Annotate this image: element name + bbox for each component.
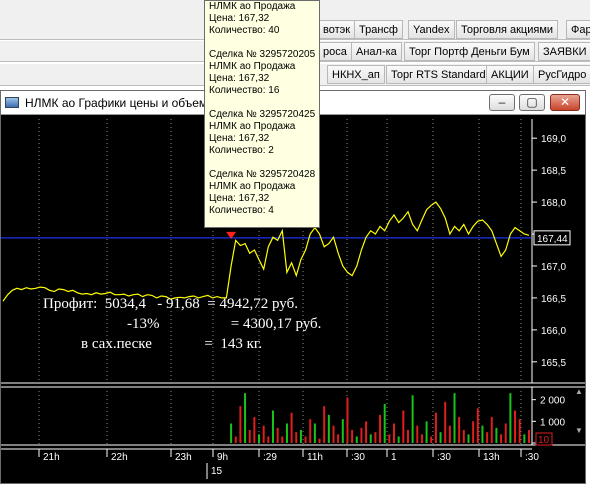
tooltip-line: НЛМК ао Продажа	[209, 181, 296, 192]
time-tick-label: 22h	[111, 452, 128, 463]
price-tick-label: 166,5	[541, 294, 566, 305]
tooltip-line: Цена: 167,32	[209, 13, 270, 24]
tooltip-line: Сделка № 3295720428	[209, 169, 316, 180]
volume-tick-label: 2 000	[540, 396, 565, 407]
tooltip-line: Сделка № 3295720205	[209, 49, 316, 60]
time-tick-label: 21h	[43, 452, 60, 463]
tab-item[interactable]: Трансф	[354, 20, 403, 39]
price-tick-label: 167,0	[541, 262, 566, 273]
maximize-button[interactable]: ▢	[519, 94, 545, 111]
tab-item[interactable]: вотэк	[318, 20, 356, 39]
time-tick-label: :29	[263, 452, 277, 463]
time-tick-label: 1	[391, 452, 397, 463]
trade-tooltip: НЛМК ао Продажа Цена: 167,32 Количество:…	[204, 0, 320, 228]
price-tick-label: 168,0	[541, 198, 566, 209]
close-button[interactable]: ✕	[550, 94, 580, 111]
profit-text-line-1: Профит: 5034,4 - 91,68 = 4942,72 руб.	[43, 296, 298, 312]
time-tick-label: 9h	[217, 452, 228, 463]
tooltip-trade-4: Сделка № 3295720428 НЛМК ао Продажа Цена…	[209, 169, 319, 217]
tooltip-line: НЛМК ао Продажа	[209, 61, 296, 72]
tab-item[interactable]: Торг Портф Деньги Бум	[404, 42, 535, 61]
minimize-button[interactable]: –	[489, 94, 515, 111]
price-tick-label: 169,0	[541, 134, 566, 145]
last-price-marker: 167,44	[533, 230, 571, 246]
tooltip-line: НЛМК ао Продажа	[209, 121, 296, 132]
tab-item[interactable]: Фар	[566, 20, 590, 39]
tooltip-line: Количество: 4	[209, 205, 274, 216]
tooltip-line: Количество: 2	[209, 145, 274, 156]
volume-last-marker: 10	[535, 432, 553, 446]
tab-item[interactable]: Торг RTS Standard	[386, 65, 491, 84]
price-tick-label: 166,0	[541, 326, 566, 337]
time-tick-label: :30	[437, 452, 451, 463]
tooltip-trade-3: Сделка № 3295720425 НЛМК ао Продажа Цена…	[209, 109, 319, 157]
window-title: НЛМК ао Графики цены и объема	[25, 96, 214, 110]
tab-item[interactable]: Анал-ка	[351, 42, 402, 61]
tab-item[interactable]: ЗАЯВКИ	[538, 42, 590, 61]
time-tick-label: 13h	[483, 452, 500, 463]
tab-item[interactable]: роса	[318, 42, 352, 61]
volume-tick-label: 1 000	[540, 417, 565, 428]
tooltip-line: Сделка № 3295720425	[209, 109, 316, 120]
date-label: 15	[211, 466, 223, 477]
tooltip-trade-1: НЛМК ао Продажа Цена: 167,32 Количество:…	[209, 1, 319, 37]
tab-item[interactable]: Yandex	[408, 20, 455, 39]
time-tick-label: 23h	[175, 452, 192, 463]
tab-item[interactable]: АКЦИИ	[486, 65, 534, 84]
time-tick-label: 11h	[307, 452, 323, 463]
tab-item[interactable]: РусГидро	[533, 65, 590, 84]
tooltip-line: Количество: 16	[209, 85, 280, 96]
profit-text-line-2: -13% = 4300,17 руб.	[127, 316, 322, 332]
time-tick-label: :30	[525, 452, 539, 463]
tab-item[interactable]: Торговля акциями	[456, 20, 559, 39]
tab-item[interactable]: НКНХ_ап	[327, 65, 385, 84]
tooltip-trade-2: Сделка № 3295720205 НЛМК ао Продажа Цена…	[209, 49, 319, 97]
price-tick-label: 168,5	[541, 166, 566, 177]
price-tick-label: 165,5	[541, 358, 566, 369]
chart-window-icon	[5, 97, 19, 108]
tooltip-line: Количество: 40	[209, 25, 280, 36]
volume-last-label: 10	[538, 435, 550, 446]
tooltip-line: Цена: 167,32	[209, 193, 270, 204]
profit-text-line-3: в сах.песке = 143 кг.	[81, 336, 263, 352]
volume-scroll-up-icon[interactable]: ▲	[575, 387, 585, 399]
volume-scroll-down-icon[interactable]: ▼	[575, 426, 585, 438]
tooltip-line: Цена: 167,32	[209, 133, 270, 144]
time-tick-label: :30	[351, 452, 365, 463]
tooltip-line: Цена: 167,32	[209, 73, 270, 84]
last-price-label: 167,44	[537, 234, 568, 245]
tooltip-line: НЛМК ао Продажа	[209, 1, 296, 12]
